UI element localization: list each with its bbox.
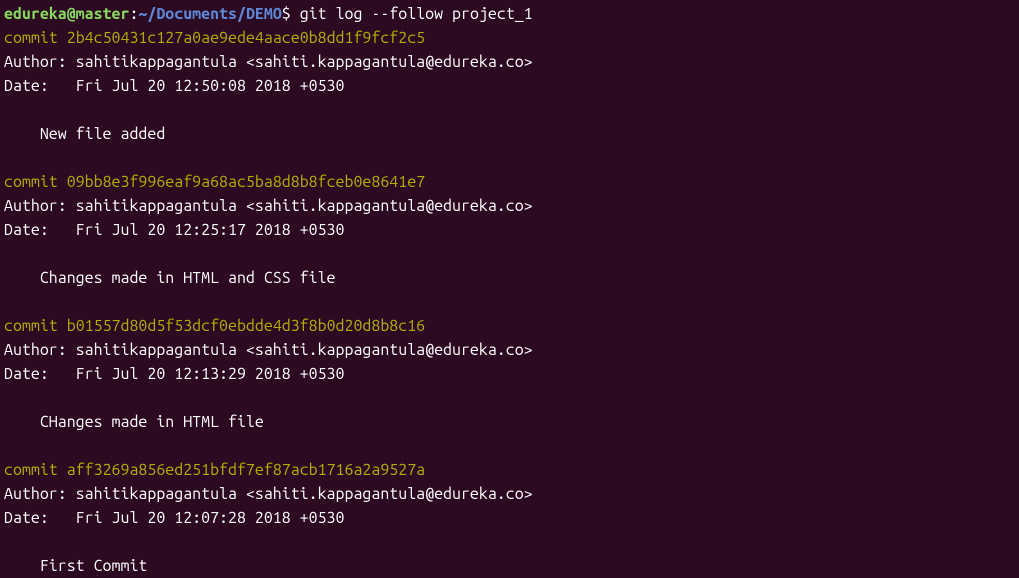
terminal-output[interactable]: edureka@master:~/Documents/DEMO$ git log… [4,2,1015,578]
blank-line [4,530,1015,554]
author-line: Author: sahitikappagantula <sahiti.kappa… [4,482,1015,506]
blank-line [4,242,1015,266]
commit-message: First Commit [4,554,1015,578]
blank-line [4,98,1015,122]
author-line: Author: sahitikappagantula <sahiti.kappa… [4,50,1015,74]
commit-hash: 2b4c50431c127a0ae9ede4aace0b8dd1f9fcf2c5 [67,29,425,47]
blank-line [4,434,1015,458]
date-line: Date: Fri Jul 20 12:50:08 2018 +0530 [4,74,1015,98]
prompt-user-host: edureka@master [4,5,129,23]
command-text [291,5,300,23]
author-line: Author: sahitikappagantula <sahiti.kappa… [4,194,1015,218]
commit-label: commit [4,461,67,479]
commit-label: commit [4,317,67,335]
commit-label: commit [4,29,67,47]
commit-line: commit 09bb8e3f996eaf9a68ac5ba8d8b8fceb0… [4,170,1015,194]
date-line: Date: Fri Jul 20 12:13:29 2018 +0530 [4,362,1015,386]
commit-hash: 09bb8e3f996eaf9a68ac5ba8d8b8fceb0e8641e7 [67,173,425,191]
commit-line: commit 2b4c50431c127a0ae9ede4aace0b8dd1f… [4,26,1015,50]
blank-line [4,146,1015,170]
blank-line [4,386,1015,410]
commit-message: New file added [4,122,1015,146]
blank-line [4,290,1015,314]
commit-message: Changes made in HTML and CSS file [4,266,1015,290]
commit-line: commit aff3269a856ed251bfdf7ef87acb1716a… [4,458,1015,482]
date-line: Date: Fri Jul 20 12:25:17 2018 +0530 [4,218,1015,242]
commit-hash: aff3269a856ed251bfdf7ef87acb1716a2a9527a [67,461,425,479]
prompt-dollar: $ [282,5,291,23]
commit-message: CHanges made in HTML file [4,410,1015,434]
date-line: Date: Fri Jul 20 12:07:28 2018 +0530 [4,506,1015,530]
commit-label: commit [4,173,67,191]
author-line: Author: sahitikappagantula <sahiti.kappa… [4,338,1015,362]
commit-hash: b01557d80d5f53dcf0ebdde4d3f8b0d20d8b8c16 [67,317,425,335]
command-text: git log --follow project_1 [300,5,533,23]
commit-line: commit b01557d80d5f53dcf0ebdde4d3f8b0d20… [4,314,1015,338]
prompt-line: edureka@master:~/Documents/DEMO$ git log… [4,2,1015,26]
prompt-path: ~/Documents/DEMO [138,5,281,23]
